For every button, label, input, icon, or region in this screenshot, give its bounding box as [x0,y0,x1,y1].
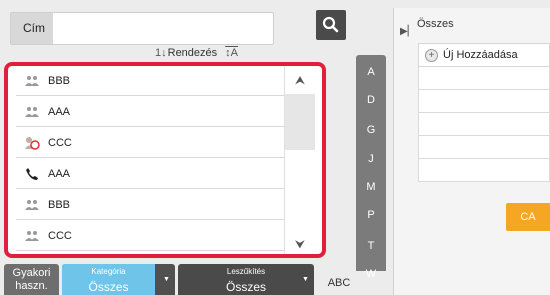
address-search-field[interactable]: Cím [10,12,274,45]
sort-order-icon: 1↓ [155,47,167,59]
chevron-down-icon: ▼ [163,276,170,283]
category-value: Összes [88,280,129,294]
list-item[interactable]: AAA [16,159,284,189]
group-icon [24,73,40,89]
search-icon [322,16,339,33]
chevron-down-icon: ▼ [302,276,309,283]
search-button[interactable] [316,10,346,40]
list-scrollbar[interactable]: ⮝ ⮟ [284,66,315,254]
destination-slot [418,136,550,159]
panel-title: Összes [417,18,454,30]
sort-button[interactable]: 1↓ Rendezés [155,47,217,59]
index-d[interactable]: D [356,94,386,106]
list-item[interactable]: BBB [16,66,284,96]
abc-index-toggle[interactable]: ABC [324,270,354,295]
destination-slot [418,113,550,136]
contact-name: BBB [48,198,71,211]
plus-icon: + [425,48,438,62]
index-p[interactable]: P [356,209,386,221]
index-t[interactable]: T [356,240,386,252]
group-icon [24,228,40,244]
category-label: Kategória [91,267,126,276]
destination-slot [418,159,550,182]
expand-panel-icon[interactable]: ▶▏ [400,26,415,37]
index-a[interactable]: A [356,66,386,78]
scroll-bottom-icon[interactable]: ⮟ [285,232,315,254]
index-w[interactable]: W [356,268,386,280]
frequently-used-label-line1: Gyakori [12,267,51,279]
search-label: Cím [11,13,53,44]
list-item[interactable]: BBB [16,190,284,220]
sort-controls: 1↓ Rendezés ↕A [155,45,238,61]
filter-label: Leszűkítés [226,267,266,276]
list-item[interactable]: AAA [16,97,284,127]
alphabet-index: A D G J M P T W [356,55,386,280]
contact-name: CCC [48,229,72,242]
category-dropdown[interactable]: Kategória Összes ▼ [62,264,175,295]
destination-slot [418,67,550,90]
contact-name: CCC [48,136,72,149]
ca-button[interactable]: CA [506,203,550,231]
multi-address-icon [24,135,40,151]
sort-label: Rendezés [167,47,218,59]
group-icon [24,104,40,120]
list-item[interactable]: CCC [16,221,284,251]
group-icon [24,197,40,213]
filter-value: Összes [225,280,266,294]
scroll-thumb[interactable] [285,94,315,150]
category-selected: Kategória Összes [62,264,155,295]
address-list: BBB AAA CCC AAA BBB CCC ⮝ ⮟ [4,62,326,258]
index-g[interactable]: G [356,124,386,136]
sort-direction-icon[interactable]: ↕A [225,47,238,59]
contact-name: AAA [48,167,71,180]
add-new-button[interactable]: + Új Hozzáadása [418,43,550,67]
destination-slot [418,90,550,113]
index-m[interactable]: M [356,181,386,193]
phone-icon [24,166,40,182]
index-j[interactable]: J [356,153,386,165]
list-item[interactable]: CCC [16,128,284,158]
contact-name: BBB [48,74,71,87]
scroll-top-icon[interactable]: ⮝ [285,68,315,92]
frequently-used-label-line2: haszn. [15,280,48,292]
add-new-label: Új Hozzáadása [443,49,518,61]
contact-name: AAA [48,105,71,118]
filter-dropdown[interactable]: Leszűkítés Összes ▼ [178,264,314,295]
frequently-used-button[interactable]: Gyakori haszn. [4,264,59,295]
